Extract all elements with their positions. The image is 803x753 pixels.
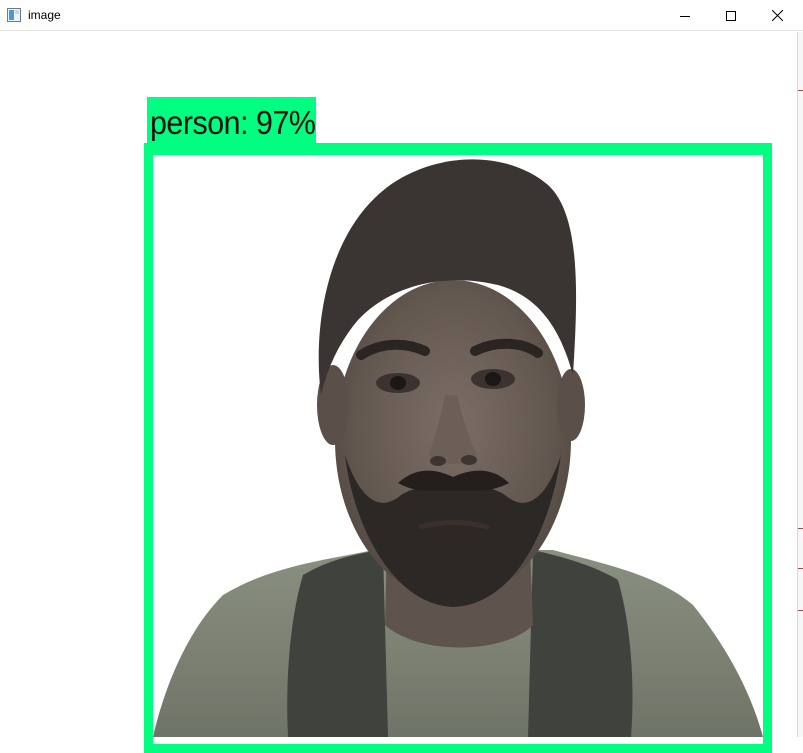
close-button[interactable] (754, 0, 800, 31)
app-window-icon[interactable] (7, 8, 21, 22)
detection-bounding-box (144, 143, 772, 753)
edge-mark (798, 528, 803, 529)
background-window-edge (797, 32, 803, 737)
detection-label: person: 97% (150, 104, 316, 141)
close-icon (771, 10, 783, 21)
window-title: image (28, 8, 61, 22)
title-bar[interactable]: image (0, 0, 803, 31)
minimize-icon (680, 15, 690, 17)
maximize-button[interactable] (708, 0, 754, 31)
maximize-icon (726, 10, 736, 21)
minimize-button[interactable] (662, 0, 708, 31)
edge-mark (798, 610, 803, 611)
edge-mark (798, 90, 803, 91)
edge-mark (798, 568, 803, 569)
